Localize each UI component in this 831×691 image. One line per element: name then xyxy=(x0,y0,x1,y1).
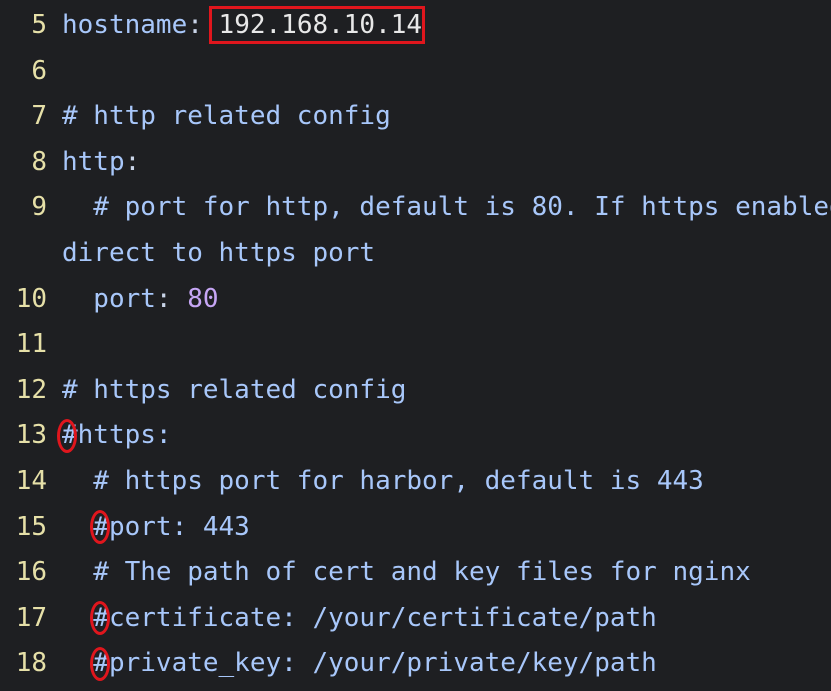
line-number: 18 xyxy=(15,648,47,679)
code-token: #certificate: /your/certificate/path xyxy=(62,602,657,633)
line-number: 12 xyxy=(15,374,47,405)
code-token: # port for http, default is 80. If https… xyxy=(62,192,831,223)
code-token: # http related config xyxy=(62,101,391,132)
hash-circle-line-13 xyxy=(57,419,77,453)
code-line[interactable]: 13 #https: xyxy=(0,412,831,458)
hash-circle-line-15 xyxy=(90,510,110,544)
code-text: # The path of cert and key files for ngi… xyxy=(62,549,751,595)
line-number: 8 xyxy=(31,146,47,177)
code-token: : xyxy=(124,146,141,177)
code-editor[interactable]: 18 #private_key: /your/private/key/path 1… xyxy=(0,0,831,691)
code-line[interactable]: 17 #certificate: /your/certificate/path xyxy=(0,595,831,641)
code-text: # port for http, default is 80. If https… xyxy=(62,184,831,230)
code-line[interactable]: 14 # https port for harbor, default is 4… xyxy=(0,458,831,504)
line-number: 5 xyxy=(31,10,47,40)
code-line[interactable]: 7 # http related config xyxy=(0,93,831,139)
line-number: 16 xyxy=(15,557,47,588)
code-text: # https related config xyxy=(62,367,406,413)
code-token: # https port for harbor, default is 443 xyxy=(62,466,704,496)
line-number: 13 xyxy=(15,420,47,451)
code-token: 80 xyxy=(187,283,219,314)
code-token: port xyxy=(62,283,156,314)
code-text: port: 80 xyxy=(62,276,219,322)
code-token: hostname xyxy=(62,10,188,40)
code-line[interactable]: 11 xyxy=(0,321,831,367)
line-number: 10 xyxy=(15,283,47,314)
line-number: 11 xyxy=(15,329,47,360)
hash-circle-line-18 xyxy=(90,647,110,681)
code-text: http: xyxy=(62,139,140,185)
code-token: : xyxy=(155,283,188,314)
line-number: 7 xyxy=(31,101,47,132)
code-token: #https: xyxy=(62,420,172,451)
line-number: 14 xyxy=(15,466,47,496)
code-text: # http related config xyxy=(62,93,391,139)
code-line[interactable]: 10 port: 80 xyxy=(0,276,831,322)
code-line[interactable]: 12 # https related config xyxy=(0,367,831,413)
code-token: # The path of cert and key files for ngi… xyxy=(62,557,751,588)
code-line[interactable]: 8 http: xyxy=(0,139,831,185)
code-token: direct to https port xyxy=(62,238,376,268)
code-token: # https related config xyxy=(62,374,407,405)
line-number: 9 xyxy=(31,192,47,223)
line-number: 15 xyxy=(15,511,47,542)
line-number: 17 xyxy=(15,602,47,633)
code-text: #private_key: /your/private/key/path xyxy=(62,640,657,686)
hostname-highlight-box xyxy=(209,6,425,44)
hash-circle-line-17 xyxy=(90,601,110,635)
line-number: 6 xyxy=(31,55,47,86)
code-line[interactable]: 16 # The path of cert and key files for … xyxy=(0,549,831,595)
code-token: #private_key: /your/private/key/path xyxy=(62,648,657,679)
code-token: http xyxy=(62,146,125,177)
code-line[interactable]: 6 xyxy=(0,48,831,94)
code-line[interactable]: direct to https port xyxy=(0,230,831,276)
code-text: # https port for harbor, default is 443 xyxy=(62,458,704,504)
code-text: #certificate: /your/certificate/path xyxy=(62,595,657,641)
code-text: direct to https port xyxy=(62,230,375,276)
code-text: #https: xyxy=(62,412,172,458)
code-line[interactable]: 18 #private_key: /your/private/key/path xyxy=(0,640,831,686)
code-line[interactable]: 15 #port: 443 xyxy=(0,504,831,550)
code-line[interactable]: 9 # port for http, default is 80. If htt… xyxy=(0,184,831,230)
